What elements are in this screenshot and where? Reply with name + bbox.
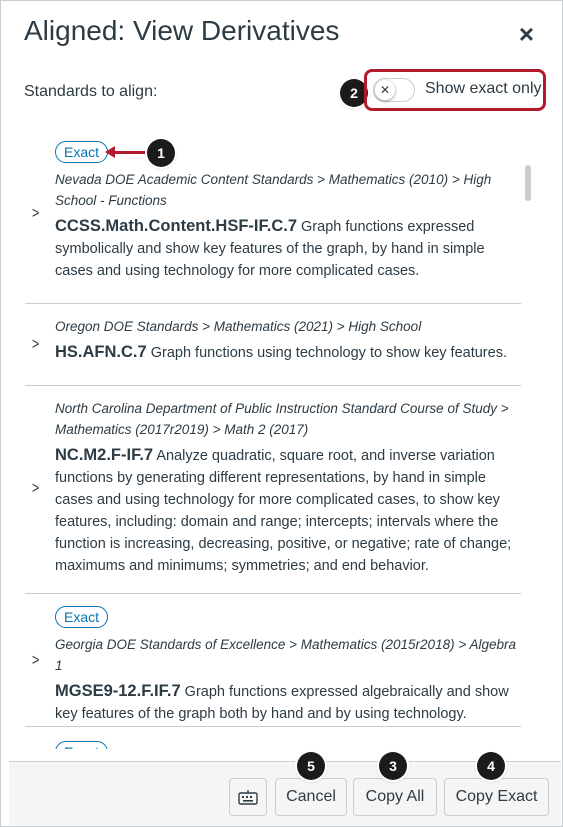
standard-description: MGSE9-12.F.IF.7 Graph functions expresse… bbox=[55, 680, 521, 725]
standard-description: HS.AFN.C.7 Graph functions using technol… bbox=[55, 341, 521, 364]
list-item[interactable]: Exact bbox=[25, 727, 521, 749]
standard-description: NC.M2.F-IF.7 Analyze quadratic, square r… bbox=[55, 444, 521, 577]
modal-title: Aligned: View Derivatives bbox=[24, 15, 340, 46]
standard-path: Georgia DOE Standards of Excellence > Ma… bbox=[55, 637, 516, 673]
standard-text: Graph functions using technology to show… bbox=[146, 345, 507, 361]
list-scrollbar[interactable] bbox=[523, 129, 533, 749]
standards-to-align-label: Standards to align: bbox=[24, 83, 158, 100]
standard-code: NC.M2.F-IF.7 bbox=[55, 446, 154, 464]
standard-path: Nevada DOE Academic Content Standards > … bbox=[55, 172, 492, 208]
aligned-view-derivatives-modal: Aligned: View Derivatives × Standards to… bbox=[0, 0, 563, 827]
callout-1: 1 bbox=[147, 139, 175, 167]
cancel-button[interactable]: Cancel bbox=[275, 778, 347, 816]
show-exact-only-label: Show exact only bbox=[425, 80, 542, 97]
standard-path: Oregon DOE Standards > Mathematics (2021… bbox=[55, 319, 422, 334]
show-exact-toggle-highlight: ✕ Show exact only bbox=[364, 69, 546, 111]
callout-1-arrowhead bbox=[105, 146, 115, 158]
standard-code: CCSS.Math.Content.HSF-IF.C.7 bbox=[55, 217, 297, 235]
modal-header: Aligned: View Derivatives × bbox=[1, 1, 562, 71]
exact-badge: Exact bbox=[55, 741, 109, 749]
chevron-right-icon[interactable]: > bbox=[32, 205, 39, 223]
callout-5: 5 bbox=[297, 752, 325, 780]
standards-subheader: Standards to align: 2 ✕ Show exact only bbox=[24, 69, 546, 111]
scrollbar-thumb[interactable] bbox=[525, 165, 531, 201]
toggle-off-icon: ✕ bbox=[375, 80, 395, 100]
copy-all-button[interactable]: Copy All bbox=[353, 778, 437, 816]
standard-description: CCSS.Math.Content.HSF-IF.C.7 Graph funct… bbox=[55, 215, 521, 282]
show-exact-only-toggle[interactable]: ✕ bbox=[373, 78, 415, 102]
list-item[interactable]: > Exact Georgia DOE Standards of Excelle… bbox=[25, 594, 521, 727]
chevron-right-icon[interactable]: > bbox=[32, 336, 39, 354]
standard-code: HS.AFN.C.7 bbox=[55, 343, 147, 361]
chevron-right-icon[interactable]: > bbox=[32, 480, 39, 498]
copy-exact-button[interactable]: Copy Exact bbox=[444, 778, 549, 816]
standard-text: Analyze quadratic, square root, and inve… bbox=[55, 448, 512, 574]
standard-code: MGSE9-12.F.IF.7 bbox=[55, 682, 181, 700]
list-item[interactable]: > North Carolina Department of Public In… bbox=[25, 386, 521, 594]
callout-1-arrow bbox=[111, 151, 149, 154]
callout-4: 4 bbox=[477, 752, 505, 780]
standard-path: North Carolina Department of Public Inst… bbox=[55, 401, 509, 437]
exact-badge: Exact bbox=[55, 141, 109, 163]
close-button[interactable]: × bbox=[519, 19, 534, 49]
derivatives-list: > Exact Nevada DOE Academic Content Stan… bbox=[25, 129, 521, 749]
exact-badge: Exact bbox=[55, 606, 109, 628]
keyboard-icon bbox=[238, 790, 258, 805]
list-item[interactable]: > Oregon DOE Standards > Mathematics (20… bbox=[25, 304, 521, 386]
callout-3: 3 bbox=[379, 752, 407, 780]
list-item[interactable]: > Exact Nevada DOE Academic Content Stan… bbox=[25, 129, 521, 304]
keyboard-shortcuts-button[interactable] bbox=[229, 778, 267, 816]
chevron-right-icon[interactable]: > bbox=[32, 652, 39, 670]
